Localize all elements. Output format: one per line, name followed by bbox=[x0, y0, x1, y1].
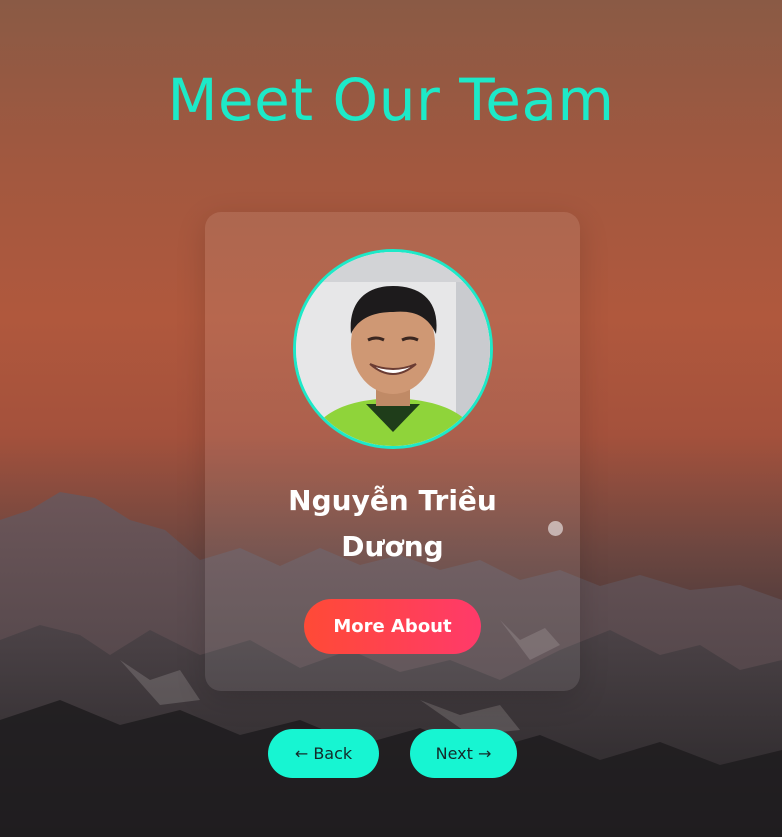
team-member-card: Nguyễn Triều Dương More About bbox=[205, 212, 580, 691]
carousel-indicator-dot[interactable] bbox=[548, 521, 563, 536]
next-button[interactable]: Next → bbox=[410, 729, 517, 778]
more-about-button[interactable]: More About bbox=[304, 599, 481, 654]
member-name: Nguyễn Triều Dương bbox=[288, 484, 497, 563]
back-button[interactable]: ← Back bbox=[268, 729, 379, 778]
member-avatar bbox=[293, 249, 493, 449]
page-title: Meet Our Team bbox=[167, 66, 615, 134]
